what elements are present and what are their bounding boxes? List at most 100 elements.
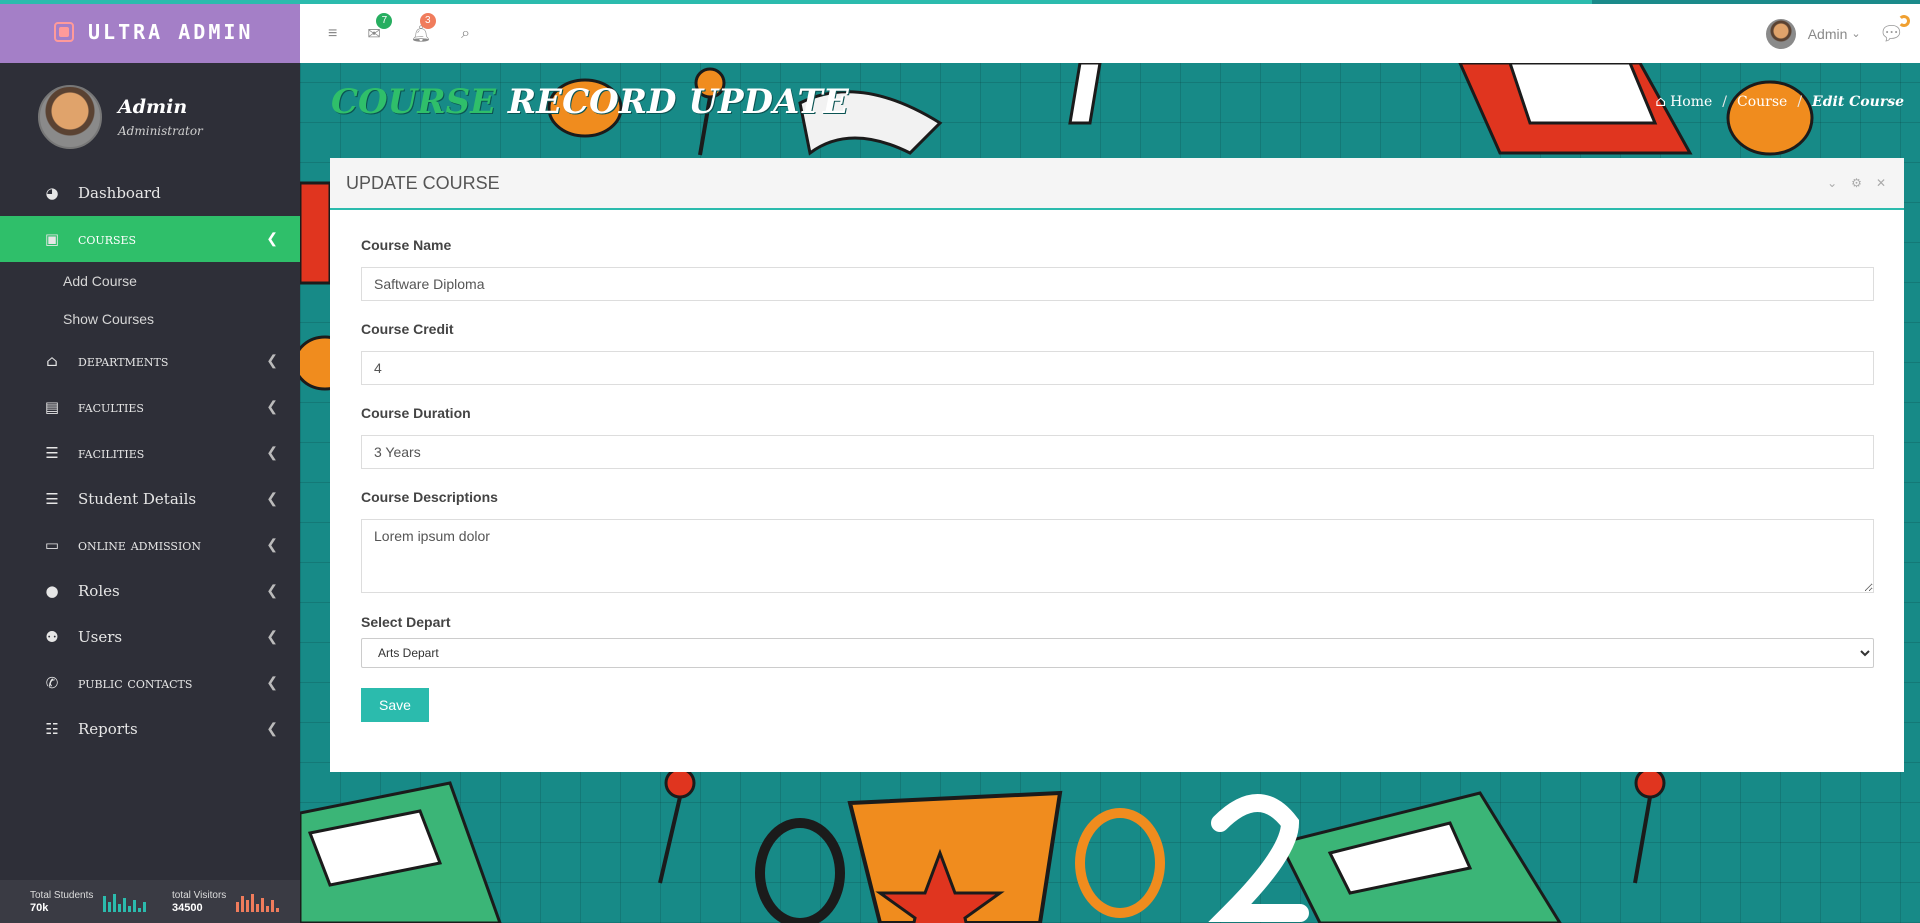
sidebar-item-label: Roles bbox=[78, 582, 120, 600]
sidebar-item-label: FACULTIES bbox=[78, 398, 144, 416]
page-load-progress bbox=[0, 0, 1592, 4]
mail-icon[interactable]: ✉ 7 bbox=[367, 12, 393, 44]
page-title-highlight: COURSE bbox=[331, 82, 497, 122]
list-check-icon: ☰ bbox=[45, 490, 59, 508]
submenu-item-label: Show Courses bbox=[63, 311, 155, 327]
field-course-descriptions: Course Descriptions Lorem ipsum dolor bbox=[361, 489, 1874, 596]
sidebar-item-facilities[interactable]: ☰ FACILITIES ❮ bbox=[0, 430, 300, 476]
panel-tools: ⌄ ⚙ ✕ bbox=[1827, 176, 1886, 190]
bell-icon[interactable]: 🔔︎ 3 bbox=[411, 12, 436, 44]
panel-body: Course Name Course Credit Course Duratio… bbox=[330, 210, 1904, 722]
users-icon: ⚉ bbox=[45, 628, 59, 646]
sidebar-item-online-admission[interactable]: ▭ ONLINE ADMISSION ❮ bbox=[0, 522, 300, 568]
sidebar-item-faculties[interactable]: ▤ FACULTIES ❮ bbox=[0, 384, 300, 430]
sidebar-item-student-details[interactable]: ☰ Student Details ❮ bbox=[0, 476, 300, 522]
chevron-left-icon: ❮ bbox=[266, 675, 278, 691]
sidebar-item-public-contacts[interactable]: ✆ PUBLIC CONTACTS ❮ bbox=[0, 660, 300, 706]
collapse-icon[interactable]: ⌄ bbox=[1827, 176, 1837, 190]
sidebar-item-departments[interactable]: ⌂ DEPARTMENTS ❮ bbox=[0, 338, 300, 384]
sidebar-item-dashboard[interactable]: ◕ Dashboard bbox=[0, 170, 300, 216]
user-circle-icon: ● bbox=[45, 582, 59, 600]
mail-badge: 7 bbox=[376, 12, 393, 29]
stat-value: 70k bbox=[30, 901, 49, 914]
brand-name: ULTRA ADMIN bbox=[88, 19, 254, 44]
profile: Admin Administrator bbox=[0, 63, 300, 170]
breadcrumb-separator: / bbox=[1722, 94, 1727, 110]
sidebar-item-users[interactable]: ⚉ Users ❮ bbox=[0, 614, 300, 660]
course-duration-input[interactable] bbox=[361, 435, 1874, 469]
home-icon[interactable]: ⌂ bbox=[1655, 94, 1666, 110]
search-icon[interactable]: ⌕ bbox=[461, 25, 470, 43]
save-button[interactable]: Save bbox=[361, 688, 429, 722]
breadcrumb: ⌂ Home / Course / Edit Course bbox=[1655, 94, 1904, 110]
profile-role: Administrator bbox=[118, 123, 203, 138]
bank-icon: ⌂ bbox=[46, 352, 58, 370]
profile-name: Admin bbox=[118, 95, 188, 118]
course-credit-input[interactable] bbox=[361, 351, 1874, 385]
phone-icon: ✆ bbox=[45, 674, 59, 692]
avatar[interactable] bbox=[1765, 18, 1796, 49]
stat-label: Total Students bbox=[30, 889, 94, 901]
sidebar-item-reports[interactable]: ☷ Reports ❮ bbox=[0, 706, 300, 752]
select-depart-label: Select Depart bbox=[361, 614, 451, 630]
stat-total-visitors: total Visitors 34500 bbox=[150, 890, 300, 914]
chevron-down-icon[interactable]: ⌄ bbox=[1851, 27, 1860, 40]
breadcrumb-separator: / bbox=[1797, 94, 1803, 110]
close-icon[interactable]: ✕ bbox=[1876, 176, 1886, 190]
id-card-icon: ▭ bbox=[44, 536, 60, 554]
breadcrumb-current: Edit Course bbox=[1812, 94, 1904, 110]
field-course-name: Course Name bbox=[361, 237, 1874, 301]
course-descriptions-label: Course Descriptions bbox=[361, 489, 498, 505]
book-icon: ▣ bbox=[44, 230, 60, 248]
menu-toggle-icon[interactable]: ≡ bbox=[328, 25, 337, 43]
top-header: ≡ ✉ 7 🔔︎ 3 ⌕ Admin ⌄ 💬︎ bbox=[300, 4, 1920, 63]
panel-header: UPDATE COURSE ⌄ ⚙ ✕ bbox=[330, 158, 1904, 210]
sidebar-menu: ◕ Dashboard ▣ COURSES ❮ Add Course Show … bbox=[0, 170, 300, 752]
stat-value: 34500 bbox=[172, 901, 203, 914]
sidebar-item-label: COURSES bbox=[78, 230, 137, 248]
chat-icon[interactable]: 💬︎ bbox=[1879, 15, 1910, 46]
sidebar-item-label: DEPARTMENTS bbox=[78, 352, 169, 370]
user-menu[interactable]: Admin ⌄ 💬︎ bbox=[1765, 15, 1910, 49]
chevron-left-icon: ❮ bbox=[266, 491, 278, 507]
avatar[interactable] bbox=[38, 84, 102, 149]
submenu-item-show-courses[interactable]: Show Courses bbox=[0, 300, 300, 338]
panel-title: UPDATE COURSE bbox=[346, 172, 500, 193]
brand[interactable]: ULTRA ADMIN bbox=[0, 0, 300, 63]
field-course-credit: Course Credit bbox=[361, 321, 1874, 385]
sidebar-item-label: Dashboard bbox=[78, 184, 161, 202]
sidebar-item-label: Reports bbox=[78, 720, 138, 738]
user-name[interactable]: Admin bbox=[1808, 26, 1848, 42]
breadcrumb-home[interactable]: Home bbox=[1670, 94, 1712, 110]
sidebar-item-label: Users bbox=[78, 628, 123, 646]
palette-icon: ◕ bbox=[45, 184, 59, 202]
submenu-item-label: Add Course bbox=[63, 273, 137, 289]
gear-icon[interactable]: ⚙ bbox=[1851, 176, 1862, 190]
sidebar: ULTRA ADMIN Admin Administrator ◕ Dashbo… bbox=[0, 0, 300, 923]
list-check-icon: ☰ bbox=[45, 444, 59, 462]
submenu-item-add-course[interactable]: Add Course bbox=[0, 262, 300, 300]
chevron-left-icon: ❮ bbox=[266, 445, 278, 461]
course-descriptions-textarea[interactable]: Lorem ipsum dolor bbox=[361, 519, 1874, 593]
course-name-label: Course Name bbox=[361, 237, 452, 253]
brand-logo-icon bbox=[54, 21, 74, 42]
sidebar-item-courses[interactable]: ▣ COURSES ❮ bbox=[0, 216, 300, 262]
update-course-panel: UPDATE COURSE ⌄ ⚙ ✕ Course Name Course C… bbox=[330, 158, 1904, 772]
chevron-left-icon: ❮ bbox=[266, 353, 278, 369]
sidebar-footer-stats: Total Students 70k total Visitors 34500 bbox=[0, 880, 300, 923]
chevron-left-icon: ❮ bbox=[266, 231, 278, 247]
stat-label: total Visitors bbox=[172, 889, 227, 901]
sidebar-item-label: FACILITIES bbox=[78, 444, 145, 462]
sidebar-item-label: Student Details bbox=[78, 490, 197, 508]
chevron-left-icon: ❮ bbox=[266, 629, 278, 645]
course-credit-label: Course Credit bbox=[361, 321, 454, 337]
page-title-rest: RECORD UPDATE bbox=[507, 82, 849, 122]
course-name-input[interactable] bbox=[361, 267, 1874, 301]
chevron-left-icon: ❮ bbox=[266, 721, 278, 737]
breadcrumb-course[interactable]: Course bbox=[1737, 94, 1787, 110]
sidebar-item-roles[interactable]: ● Roles ❮ bbox=[0, 568, 300, 614]
bell-badge: 3 bbox=[419, 12, 436, 29]
chevron-left-icon: ❮ bbox=[266, 537, 278, 553]
chevron-left-icon: ❮ bbox=[266, 399, 278, 415]
select-depart-dropdown[interactable]: Arts Depart bbox=[361, 638, 1874, 668]
